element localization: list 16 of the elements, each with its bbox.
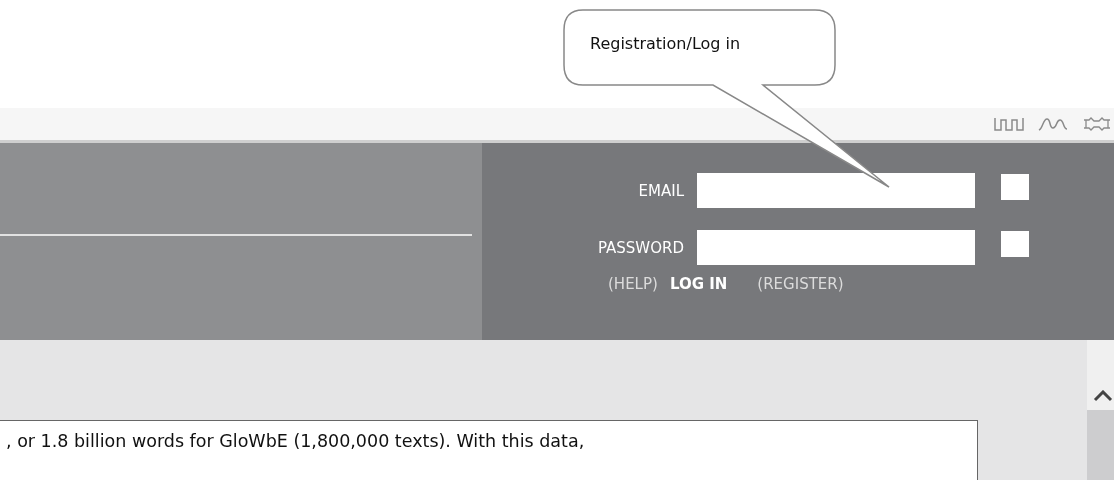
input-field[interactable] bbox=[697, 173, 975, 208]
scrollbar[interactable] bbox=[1087, 340, 1114, 480]
squiggle-icon[interactable] bbox=[1038, 117, 1068, 131]
text-link[interactable]: (REGISTER) bbox=[757, 275, 844, 293]
scrollbar-thumb[interactable] bbox=[1087, 410, 1114, 480]
input-field[interactable] bbox=[697, 230, 975, 265]
bars-icon[interactable] bbox=[994, 117, 1024, 131]
body-text: , or 1.8 billion words for GloWbE (1,800,000 texts). With this data, bbox=[6, 431, 585, 451]
field-label: PASSWORD bbox=[597, 238, 684, 257]
field-label: EMAIL bbox=[637, 181, 684, 200]
checkbox[interactable] bbox=[1001, 173, 1029, 200]
text-link[interactable]: (HELP) bbox=[608, 275, 658, 293]
callout-text: Registration/Log in bbox=[590, 34, 741, 53]
login-link[interactable]: LOG IN bbox=[669, 275, 728, 293]
scroll-up-icon[interactable] bbox=[1092, 390, 1113, 402]
checkbox[interactable] bbox=[1001, 230, 1029, 257]
